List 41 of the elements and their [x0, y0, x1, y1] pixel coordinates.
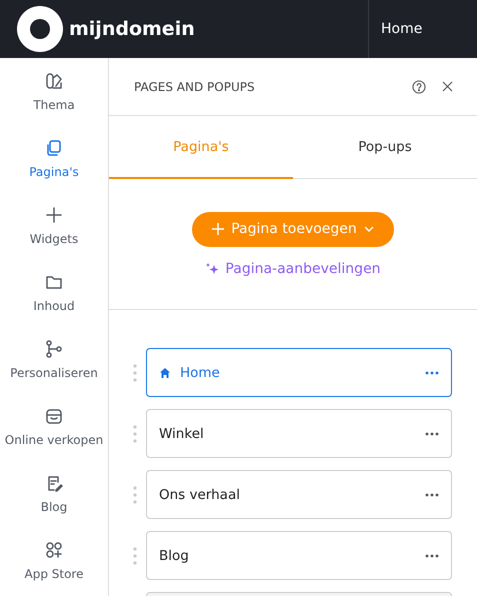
drag-handle-icon[interactable] — [133, 424, 137, 444]
sidebar-item[interactable]: Inhoud — [0, 259, 108, 326]
plus-icon — [45, 206, 63, 224]
page-item[interactable]: Winkel — [146, 409, 452, 458]
page-name: Winkel — [159, 426, 205, 442]
logo-icon — [17, 6, 63, 52]
sidebar-item[interactable]: Online verkopen — [0, 393, 108, 460]
apps-icon — [45, 540, 63, 558]
pages-icon — [45, 138, 63, 156]
chevron-down-icon — [364, 226, 374, 232]
panel-title: PAGES AND POPUPS — [134, 80, 256, 94]
sidebar-item[interactable]: Thema — [0, 58, 108, 125]
page-item[interactable]: Ons verhaal — [146, 470, 452, 519]
sidebar-item[interactable]: Widgets — [0, 192, 108, 259]
sidebar-item[interactable]: Personaliseren — [0, 326, 108, 393]
drag-handle-icon[interactable] — [133, 362, 137, 382]
page-item[interactable]: Home — [146, 348, 452, 397]
more-icon[interactable] — [425, 370, 439, 374]
sidebar-item[interactable]: Pagina's — [0, 125, 108, 192]
page-name: Blog — [159, 548, 190, 564]
page-item[interactable]: Blog — [146, 531, 452, 580]
page-name: Ons verhaal — [159, 486, 241, 502]
page-name: Home — [180, 364, 221, 380]
more-icon[interactable] — [425, 554, 439, 558]
sparkle-icon — [205, 262, 220, 276]
close-icon[interactable] — [442, 81, 453, 92]
sidebar-item[interactable]: App Store — [0, 527, 108, 594]
plus-icon — [212, 223, 224, 235]
page-selector[interactable]: Home — [368, 0, 477, 58]
sidebar-item[interactable]: Blog — [0, 460, 108, 527]
more-icon[interactable] — [425, 432, 439, 436]
drag-handle-icon[interactable] — [133, 484, 137, 504]
more-icon[interactable] — [425, 492, 439, 496]
tab[interactable]: Pop-ups — [293, 116, 477, 179]
branch-icon — [45, 340, 63, 358]
brand-name: mijndomein — [69, 18, 195, 40]
drag-handle-icon[interactable] — [133, 546, 137, 566]
palette-icon — [45, 72, 63, 90]
store-icon — [45, 406, 63, 424]
help-icon[interactable] — [412, 80, 426, 94]
recommendations-link[interactable]: Pagina-aanbevelingen — [205, 260, 381, 276]
